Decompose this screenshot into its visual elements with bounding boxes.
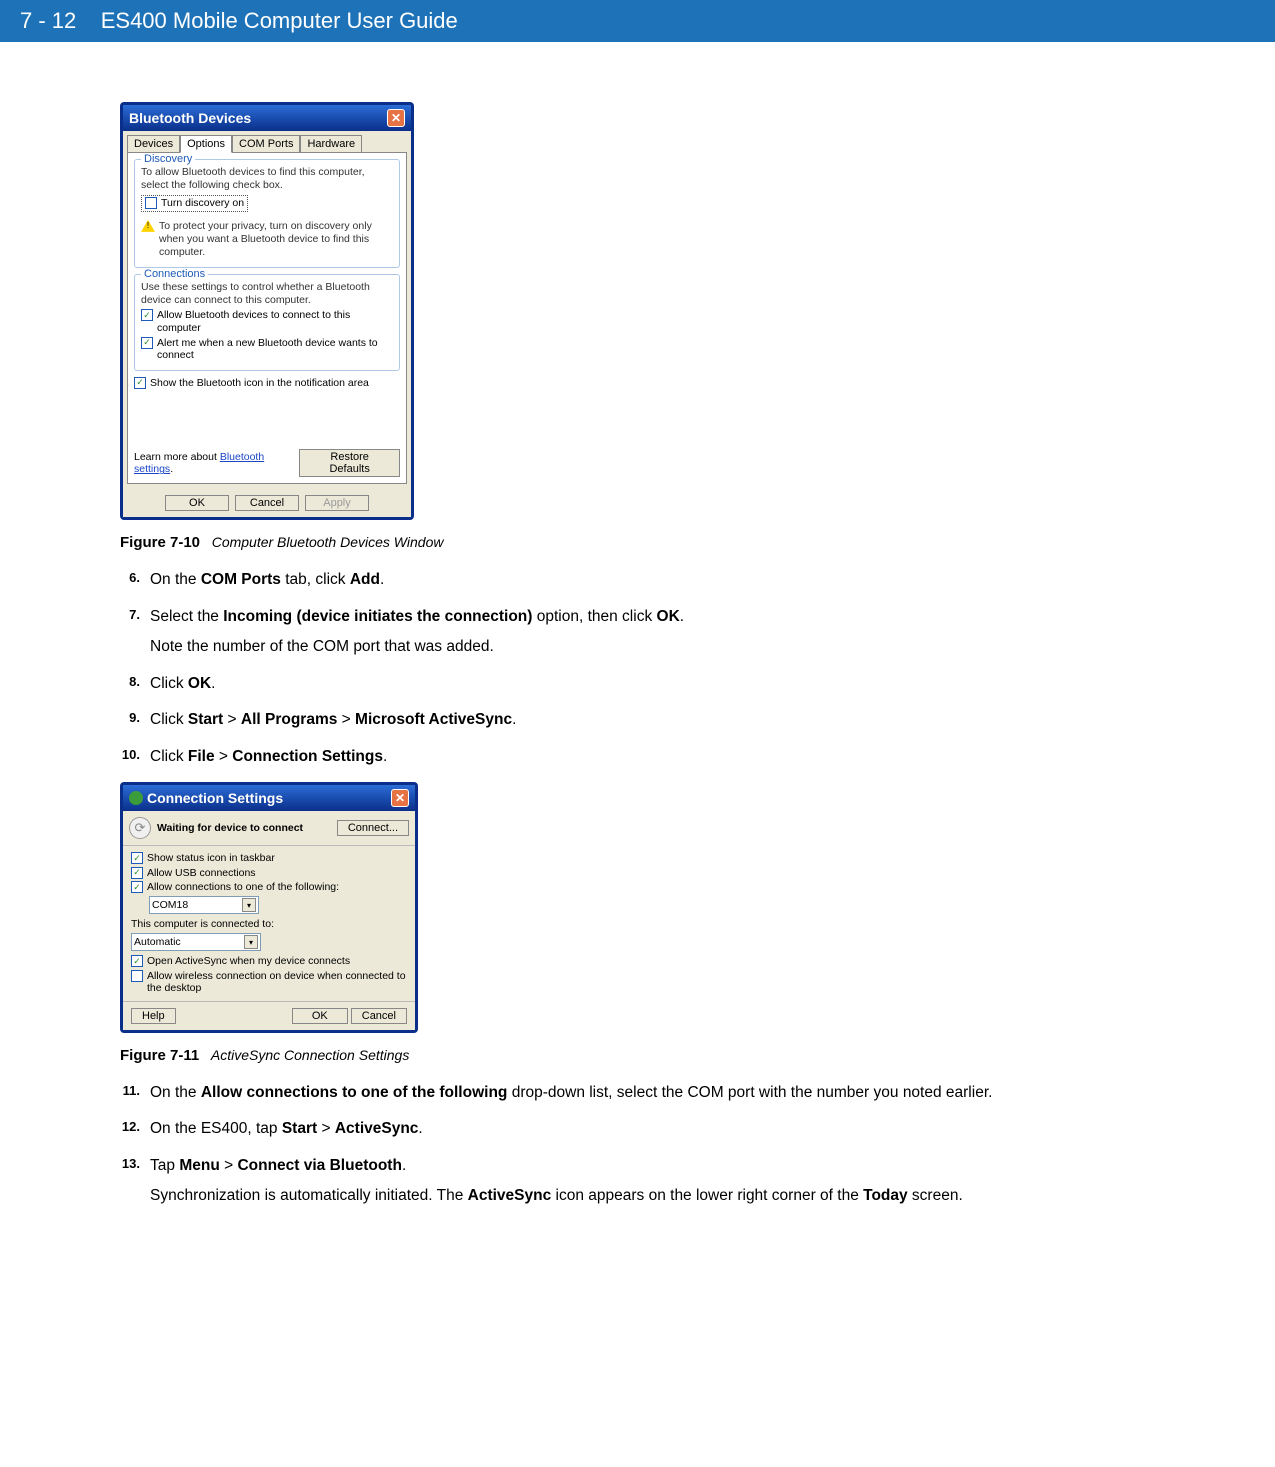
ok-button[interactable]: OK [165,495,229,511]
apply-button[interactable]: Apply [305,495,369,511]
alert-label: Alert me when a new Bluetooth device wan… [157,337,393,362]
allow-connect-checkbox[interactable]: ✓ [141,309,153,321]
step-item: 8. Click OK. [120,673,1155,695]
dialog-buttons: OK Cancel Apply [123,489,411,517]
connected-to-label: This computer is connected to: [131,918,407,930]
tab-bar: Devices Options COM Ports Hardware [123,131,411,153]
guide-title: ES400 Mobile Computer User Guide [101,8,458,33]
activesync-icon [129,791,143,805]
status-icon-label: Show status icon in taskbar [147,852,275,865]
tab-devices[interactable]: Devices [127,135,180,153]
step-subtext: Synchronization is automatically initiat… [150,1185,1155,1207]
connections-desc: Use these settings to control whether a … [141,281,393,307]
cancel-button[interactable]: Cancel [235,495,299,511]
window-titlebar: Bluetooth Devices ✕ [123,105,411,131]
tab-hardware[interactable]: Hardware [300,135,362,153]
close-icon[interactable]: ✕ [391,789,409,807]
ok-button[interactable]: OK [292,1008,348,1024]
show-icon-checkbox[interactable]: ✓ [134,377,146,389]
step-number: 9. [120,709,140,731]
figure-7-11-caption: Figure 7-11 ActiveSync Connection Settin… [120,1047,1155,1064]
connections-group: Connections Use these settings to contro… [134,274,400,371]
step-text: Tap Menu > Connect via Bluetooth.Synchro… [150,1155,1155,1208]
step-item: 13. Tap Menu > Connect via Bluetooth.Sync… [120,1155,1155,1208]
page-number: 7 - 12 [20,8,76,33]
restore-defaults-button[interactable]: Restore Defaults [299,449,400,477]
discovery-label: Discovery [141,153,195,165]
help-button[interactable]: Help [131,1008,176,1024]
steps-11-13: 11. On the Allow connections to one of th… [120,1082,1155,1208]
com-port-value: COM18 [152,899,188,911]
step-text: On the Allow connections to one of the f… [150,1082,1155,1104]
step-text: Select the Incoming (device initiates th… [150,606,1155,659]
step-text: On the COM Ports tab, click Add. [150,569,1155,591]
wireless-label: Allow wireless connection on device when… [147,970,407,995]
step-subtext: Note the number of the COM port that was… [150,636,1155,658]
allow-conn-checkbox[interactable]: ✓ [131,881,143,893]
step-item: 7.Select the Incoming (device initiates … [120,606,1155,659]
figure-7-10-caption: Figure 7-10 Computer Bluetooth Devices W… [120,534,1155,551]
discovery-warning: To protect your privacy, turn on discove… [159,220,393,259]
allow-conn-label: Allow connections to one of the followin… [147,881,339,894]
close-icon[interactable]: ✕ [387,109,405,127]
step-number: 12. [120,1118,140,1140]
page-header: 7 - 12 ES400 Mobile Computer User Guide [0,0,1275,42]
figure-text: ActiveSync Connection Settings [211,1047,409,1063]
step-number: 8. [120,673,140,695]
step-number: 7. [120,606,140,659]
figure-label: Figure 7-11 [120,1047,199,1064]
open-activesync-label: Open ActiveSync when my device connects [147,955,350,968]
steps-6-10: 6. On the COM Ports tab, click Add. 7.Sele… [120,569,1155,768]
usb-label: Allow USB connections [147,867,256,880]
connections-label: Connections [141,268,208,280]
com-port-select[interactable]: COM18 ▾ [149,896,259,914]
allow-connect-label: Allow Bluetooth devices to connect to th… [157,309,393,334]
usb-checkbox[interactable]: ✓ [131,867,143,879]
warning-icon: ! [141,220,155,232]
step-text: Click Start > All Programs > Microsoft A… [150,709,1155,731]
step-item: 12. On the ES400, tap Start > ActiveSync. [120,1118,1155,1140]
chevron-down-icon: ▾ [244,935,258,949]
wireless-checkbox[interactable] [131,970,143,982]
step-item: 10. Click File > Connection Settings. [120,746,1155,768]
connected-to-value: Automatic [134,936,181,948]
step-number: 10. [120,746,140,768]
window-titlebar: Connection Settings ✕ [123,785,415,811]
discovery-group: Discovery To allow Bluetooth devices to … [134,159,400,268]
learn-more-text: Learn more about [134,451,217,463]
step-item: 11. On the Allow connections to one of th… [120,1082,1155,1104]
step-text: On the ES400, tap Start > ActiveSync. [150,1118,1155,1140]
connect-button[interactable]: Connect... [337,820,409,836]
step-number: 11. [120,1082,140,1104]
discovery-desc: To allow Bluetooth devices to find this … [141,166,393,192]
status-icon-checkbox[interactable]: ✓ [131,852,143,864]
step-text: Click File > Connection Settings. [150,746,1155,768]
chevron-down-icon: ▾ [242,898,256,912]
step-item: 6. On the COM Ports tab, click Add. [120,569,1155,591]
bluetooth-devices-window: Bluetooth Devices ✕ Devices Options COM … [120,102,414,520]
cancel-button[interactable]: Cancel [351,1008,407,1024]
turn-discovery-label: Turn discovery on [161,197,244,210]
open-activesync-checkbox[interactable]: ✓ [131,955,143,967]
connection-settings-window: Connection Settings ✕ ⟳ Waiting for devi… [120,782,418,1033]
connected-to-select[interactable]: Automatic ▾ [131,933,261,951]
turn-discovery-checkbox[interactable] [145,197,157,209]
step-text: Click OK. [150,673,1155,695]
step-number: 13. [120,1155,140,1208]
window-title-text: Connection Settings [147,790,283,806]
options-tabsheet: Discovery To allow Bluetooth devices to … [127,152,407,484]
tab-options[interactable]: Options [180,135,232,153]
status-row: ⟳ Waiting for device to connect Connect.… [123,811,415,845]
figure-text: Computer Bluetooth Devices Window [212,534,444,550]
alert-checkbox[interactable]: ✓ [141,337,153,349]
tab-com-ports[interactable]: COM Ports [232,135,300,153]
status-text: Waiting for device to connect [157,822,331,834]
window-title-text: Bluetooth Devices [129,110,251,126]
step-item: 9. Click Start > All Programs > Microsoft… [120,709,1155,731]
show-icon-label: Show the Bluetooth icon in the notificat… [150,377,369,390]
figure-label: Figure 7-10 [120,534,200,551]
step-number: 6. [120,569,140,591]
sync-icon: ⟳ [129,817,151,839]
